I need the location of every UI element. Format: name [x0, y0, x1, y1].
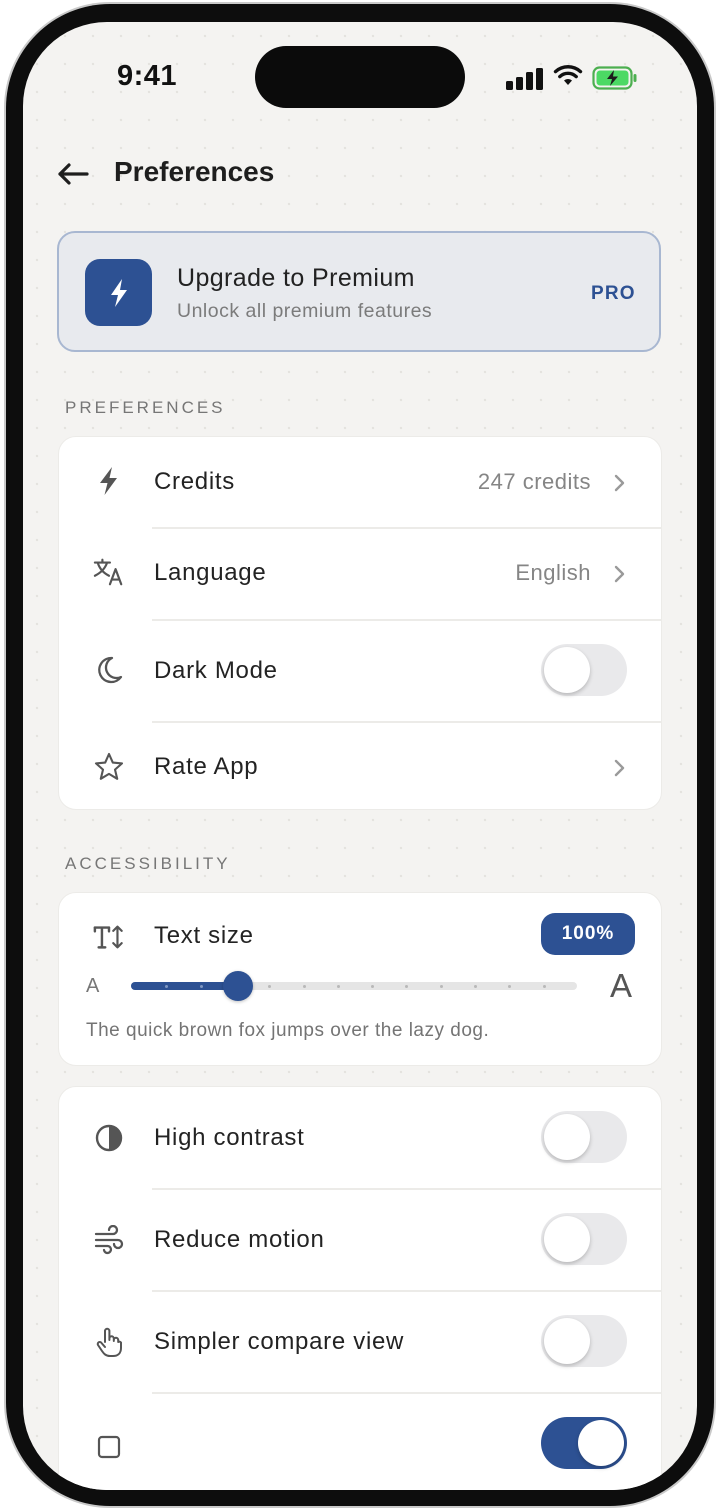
chevron-right-icon — [614, 565, 625, 583]
simpler-compare-row: Simpler compare view — [59, 1291, 661, 1392]
language-row[interactable]: Language English — [59, 528, 661, 618]
slider-thumb[interactable] — [223, 971, 253, 1001]
slider-tick — [165, 984, 168, 988]
settings-row-icon — [93, 1431, 125, 1463]
wind-icon — [93, 1224, 125, 1256]
small-a-label: A — [86, 975, 100, 997]
text-size-label: Text size — [154, 922, 254, 949]
premium-subtitle: Unlock all premium features — [177, 300, 433, 322]
arrow-left-icon — [58, 163, 89, 185]
cellular-signal-icon — [506, 66, 544, 90]
partial-setting-row — [59, 1393, 661, 1490]
section-label-accessibility: ACCESSIBILITY — [65, 854, 231, 873]
slider-tick — [543, 984, 546, 988]
slider-tick — [337, 984, 340, 988]
bolt-icon — [85, 259, 152, 326]
reduce-motion-toggle[interactable] — [541, 1213, 627, 1265]
accessibility-toggles-card: High contrast Reduce motion Simpler comp… — [58, 1086, 662, 1490]
status-time: 9:41 — [117, 60, 178, 92]
high-contrast-toggle[interactable] — [541, 1111, 627, 1163]
slider-tick — [508, 984, 511, 988]
slider-tick — [268, 984, 271, 988]
row-label-high-contrast: High contrast — [154, 1124, 305, 1151]
upgrade-premium-card[interactable]: Upgrade to Premium Unlock all premium fe… — [57, 231, 661, 352]
premium-title: Upgrade to Premium — [177, 264, 415, 292]
row-label-language: Language — [154, 559, 267, 586]
slider-tick — [371, 984, 374, 988]
moon-icon — [93, 654, 125, 686]
section-label-preferences: PREFERENCES — [65, 398, 226, 417]
row-label-rate-app: Rate App — [154, 753, 259, 780]
hand-pointer-icon — [93, 1326, 125, 1358]
toggle-knob — [578, 1420, 624, 1466]
wifi-icon — [553, 65, 583, 85]
toggle-knob — [544, 1318, 590, 1364]
row-label-simpler-compare: Simpler compare view — [154, 1328, 405, 1355]
slider-tick — [303, 984, 306, 988]
text-size-icon — [93, 921, 125, 953]
dark-mode-toggle[interactable] — [541, 644, 627, 696]
preferences-card: Credits 247 credits Language English Dar… — [58, 436, 662, 810]
slider-tick — [200, 984, 203, 988]
star-icon — [93, 751, 125, 783]
partial-setting-toggle[interactable] — [541, 1417, 627, 1469]
row-label-dark-mode: Dark Mode — [154, 657, 278, 684]
toggle-knob — [544, 1114, 590, 1160]
text-size-slider[interactable] — [131, 971, 577, 1001]
rate-app-row[interactable]: Rate App — [59, 722, 661, 811]
contrast-icon — [93, 1122, 125, 1154]
slider-tick — [405, 984, 408, 988]
toggle-knob — [544, 647, 590, 693]
text-size-card: Text size 100% A A The quick brown fox j… — [58, 892, 662, 1066]
page-title: Preferences — [114, 156, 275, 187]
reduce-motion-row: Reduce motion — [59, 1189, 661, 1290]
bolt-icon — [93, 465, 125, 497]
sample-text: The quick brown fox jumps over the lazy … — [86, 1020, 490, 1041]
text-size-percent-badge: 100% — [541, 913, 635, 955]
slider-tick — [474, 984, 477, 988]
slider-fill — [131, 982, 238, 990]
pro-badge: PRO — [591, 283, 636, 304]
row-label-reduce-motion: Reduce motion — [154, 1226, 325, 1253]
dark-mode-row: Dark Mode — [59, 620, 661, 721]
credits-row[interactable]: Credits 247 credits — [59, 437, 661, 527]
large-a-label: A — [610, 967, 633, 1004]
dynamic-island — [255, 46, 465, 108]
translate-icon — [93, 556, 125, 588]
row-label-credits: Credits — [154, 468, 235, 495]
language-value: English — [515, 560, 591, 585]
simpler-compare-toggle[interactable] — [541, 1315, 627, 1367]
chevron-right-icon — [614, 474, 625, 492]
chevron-right-icon — [614, 759, 625, 777]
battery-charging-icon — [592, 66, 637, 90]
high-contrast-row: High contrast — [59, 1087, 661, 1188]
screen: 9:41 Preferences Upgrade to Premium Unlo… — [23, 22, 697, 1490]
slider-tick — [440, 984, 443, 988]
toggle-knob — [544, 1216, 590, 1262]
credits-value: 247 credits — [477, 469, 591, 494]
back-button[interactable] — [53, 154, 93, 194]
